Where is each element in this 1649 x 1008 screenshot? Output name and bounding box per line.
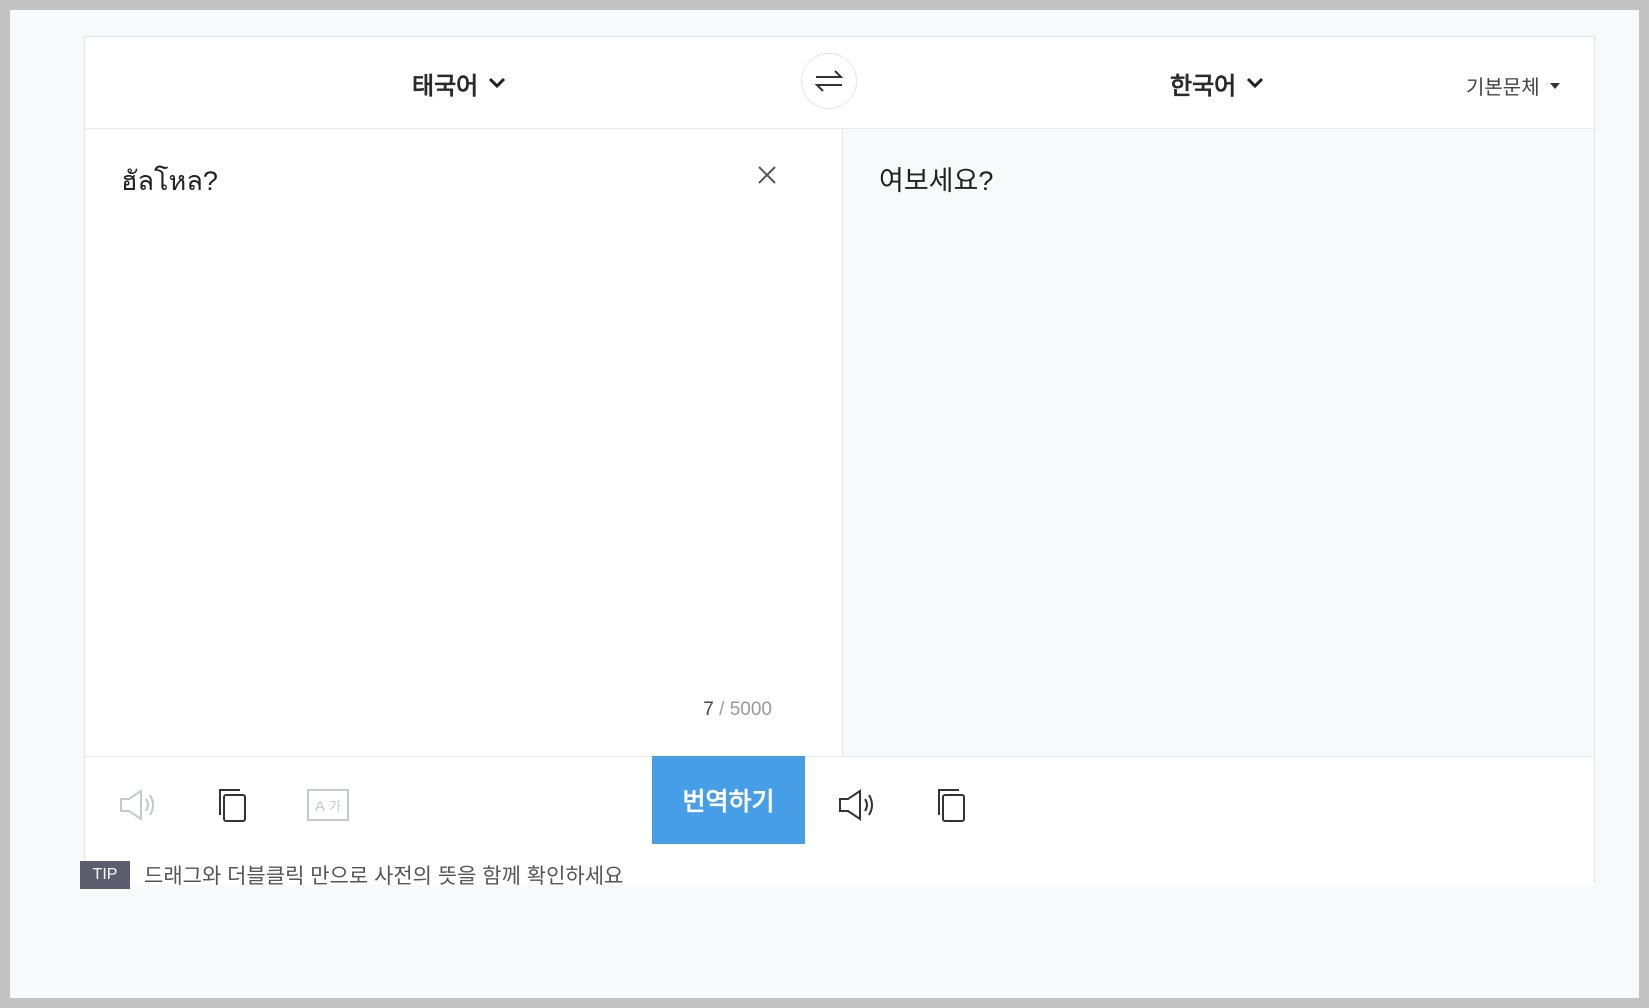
close-icon[interactable] [755,163,779,187]
source-text-input[interactable]: ฮัลโหล? [121,159,218,202]
tip-badge: TIP [80,861,130,889]
translator-panel: 태국어 한국어 기본문체 ฮัลโหล? 7 / 5000 여보세요? A 가 … [84,36,1595,885]
copy-icon [219,789,246,822]
character-max: 5000 [729,699,772,720]
page: 태국어 한국어 기본문체 ฮัลโหล? 7 / 5000 여보세요? A 가 … [10,10,1639,998]
character-count-separator: / [713,699,730,720]
source-speak-button[interactable] [117,783,161,827]
swap-arrows-icon [814,70,844,92]
character-count: 7 [703,699,714,720]
source-pane: ฮัลโหล? 7 / 5000 [85,129,843,756]
source-language-label: 태국어 [412,70,479,100]
font-style-label: 기본문체 [1466,77,1540,99]
speaker-icon [120,789,154,821]
font-style-select[interactable]: 기본문체 [1466,71,1560,100]
svg-text:A: A [315,798,325,815]
target-pane: 여보세요? [843,129,1594,756]
font-convert-icon: A 가 [307,789,349,821]
chevron-down-icon [489,77,506,89]
source-language-select[interactable]: 태국어 [412,67,506,100]
target-copy-button[interactable] [929,783,973,827]
tip-row: TIP 드래그와 더블클릭 만으로 사전의 뜻을 함께 확인하세요 [80,860,623,890]
chevron-down-icon [1247,77,1264,89]
font-convert-button[interactable]: A 가 [306,783,350,827]
language-bar: 태국어 한국어 기본문체 [85,37,1594,129]
target-language-select[interactable]: 한국어 [1170,67,1264,100]
translated-text: 여보세요? [879,166,994,196]
tip-text: 드래그와 더블클릭 만으로 사전의 뜻을 함께 확인하세요 [144,865,624,888]
translate-button[interactable]: 번역하기 [652,756,805,844]
source-copy-button[interactable] [210,783,254,827]
target-language-label: 한국어 [1170,70,1237,100]
copy-icon [938,789,965,822]
svg-text:가: 가 [329,800,341,815]
character-counter: 7 / 5000 [635,699,772,721]
speaker-icon [839,789,873,821]
target-speak-button[interactable] [836,783,880,827]
swap-languages-button[interactable] [801,53,857,109]
caret-down-icon [1549,82,1560,89]
